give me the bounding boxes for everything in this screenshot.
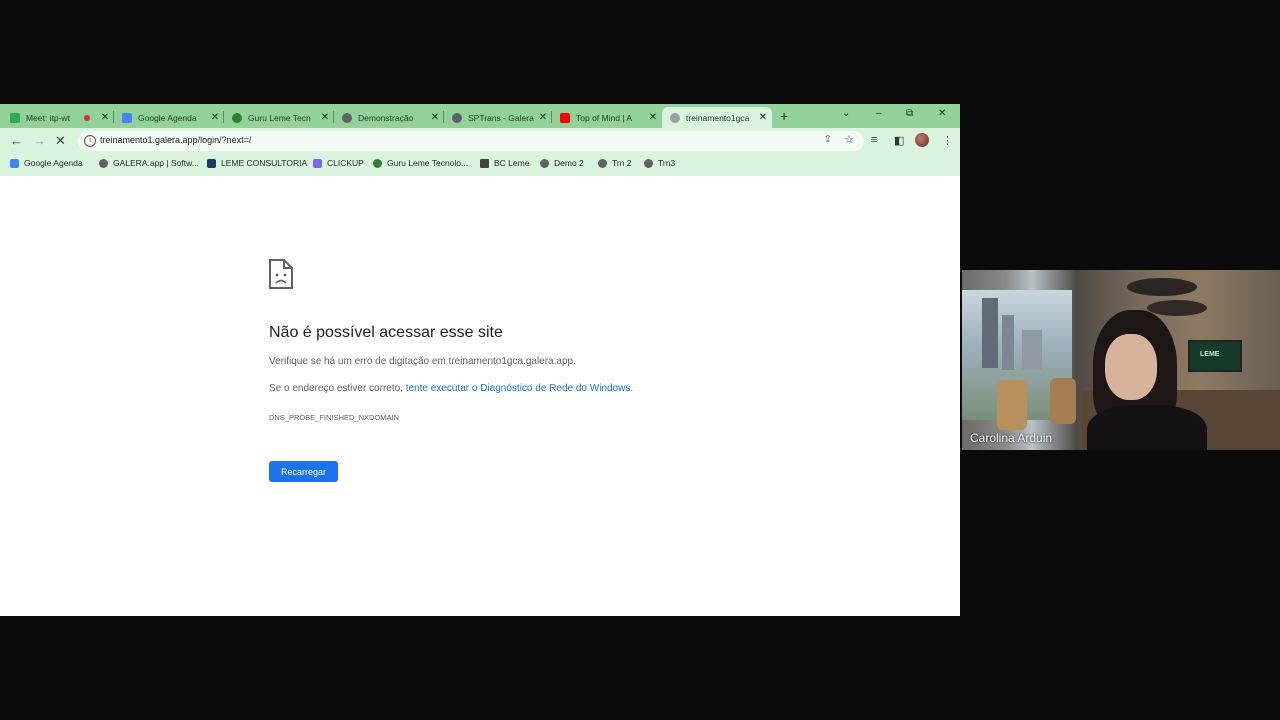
sad-document-icon <box>269 259 293 289</box>
guru-favicon-icon <box>232 112 242 123</box>
window-close-icon[interactable]: ✕ <box>938 108 946 119</box>
bookmark-google-agenda[interactable]: Google Agenda <box>10 158 83 168</box>
back-icon[interactable]: ← <box>10 133 23 148</box>
bookmark-trn-2[interactable]: Trn 2 <box>598 158 632 168</box>
close-icon[interactable]: ✕ <box>758 112 768 123</box>
close-icon[interactable]: ✕ <box>430 112 440 123</box>
reload-button[interactable]: Recarregar <box>269 461 338 482</box>
restore-icon[interactable]: ⧉ <box>906 108 913 119</box>
forward-icon[interactable]: → <box>33 133 46 148</box>
participant <box>1087 310 1207 450</box>
globe-favicon-icon <box>452 112 462 123</box>
tab-google-agenda[interactable]: Google Agenda ✕ <box>114 107 224 128</box>
leme-icon <box>207 158 216 168</box>
close-icon[interactable]: ✕ <box>320 112 330 123</box>
globe-icon <box>644 158 653 168</box>
bc-leme-icon <box>480 158 489 168</box>
browser-window: Meet: itp-wt ✕ Google Agenda ✕ Guru Leme… <box>0 104 960 616</box>
close-icon[interactable]: ✕ <box>538 112 548 123</box>
stop-loading-icon[interactable]: ✕ <box>55 133 66 149</box>
clickup-icon <box>313 158 322 168</box>
tab-sptrans[interactable]: SPTrans - Galera ✕ <box>444 107 552 128</box>
bookmark-bc-leme[interactable]: BC Leme <box>480 158 529 168</box>
tab-treinamento-active[interactable]: treinamento1gca ✕ <box>662 107 772 128</box>
bookmarks-bar: Google Agenda GALERA.app | Softw... LEME… <box>0 154 960 176</box>
minimize-icon[interactable]: – <box>876 108 882 119</box>
tab-demonstracao[interactable]: Demonstração ✕ <box>334 107 444 128</box>
video-tile: LEME Carolina Arduin <box>962 270 1280 450</box>
menu-kebab-icon[interactable]: ⋮ <box>942 134 953 147</box>
bookmark-leme-consultoria[interactable]: LEME CONSULTORIA <box>207 158 307 168</box>
globe-favicon-icon <box>342 112 352 123</box>
guru-icon <box>373 158 382 168</box>
url-text[interactable]: treinamento1.galera.app/login/?next=/ <box>100 135 251 145</box>
bookmark-demo-2[interactable]: Demo 2 <box>540 158 584 168</box>
tab-title: SPTrans - Galera <box>468 112 534 123</box>
error-title: Não é possível acessar esse site <box>269 324 503 341</box>
tab-title: Guru Leme Tecn <box>248 112 311 123</box>
tab-title: Google Agenda <box>138 112 197 123</box>
tab-strip: Meet: itp-wt ✕ Google Agenda ✕ Guru Leme… <box>0 104 960 128</box>
page-content: Não é possível acessar esse site Verifiq… <box>0 176 960 616</box>
chair <box>1050 378 1076 424</box>
share-icon[interactable]: ⇪ <box>824 134 832 145</box>
recording-icon <box>84 114 90 121</box>
bookmark-trn3[interactable]: Trn3 <box>644 158 675 168</box>
bookmark-guru-leme[interactable]: Guru Leme Tecnolo... <box>373 158 468 168</box>
tab-search-icon[interactable]: ⌄ <box>842 108 850 119</box>
toolbar: ← → ✕ i treinamento1.galera.app/login/?n… <box>0 128 960 154</box>
chair <box>997 380 1027 430</box>
globe-icon <box>540 158 549 168</box>
bookmark-galera-app[interactable]: GALERA.app | Softw... <box>99 158 199 168</box>
tab-title: Top of Mind | A <box>576 112 633 123</box>
reading-list-icon[interactable]: ≡ <box>871 134 877 146</box>
bookmark-clickup[interactable]: CLICKUP <box>313 158 364 168</box>
error-code: DNS_PROBE_FINISHED_NXDOMAIN <box>269 413 400 422</box>
participant-name: Carolina Arduin <box>970 431 1053 445</box>
network-diagnostics-link[interactable]: tente executar o Diagnóstico de Rede do … <box>406 383 631 394</box>
globe-icon <box>598 158 607 168</box>
close-icon[interactable]: ✕ <box>100 112 110 123</box>
ceiling-lamp <box>1127 278 1197 296</box>
profile-avatar[interactable] <box>915 133 929 147</box>
side-panel-icon[interactable]: ◧ <box>894 134 904 147</box>
loading-favicon-icon <box>670 112 680 123</box>
new-tab-button[interactable]: + <box>780 108 788 124</box>
close-icon[interactable]: ✕ <box>210 112 220 123</box>
error-suggestion: Verifique se há um erro de digitação em … <box>269 356 576 367</box>
calendar-icon <box>10 158 19 168</box>
meet-favicon-icon <box>10 112 20 123</box>
globe-icon <box>99 158 108 168</box>
address-bar[interactable]: i treinamento1.galera.app/login/?next=/ … <box>78 131 864 151</box>
site-info-icon[interactable]: i <box>84 135 96 147</box>
tab-guru-leme[interactable]: Guru Leme Tecn ✕ <box>224 107 334 128</box>
tab-title: Demonstração <box>358 112 414 123</box>
close-icon[interactable]: ✕ <box>648 112 658 123</box>
calendar-favicon-icon <box>122 112 132 123</box>
bookmark-star-icon[interactable]: ☆ <box>844 133 854 146</box>
tab-title: Meet: itp-wt <box>26 112 70 123</box>
youtube-favicon-icon <box>560 112 570 123</box>
tab-top-of-mind[interactable]: Top of Mind | A ✕ <box>552 107 662 128</box>
tab-meet[interactable]: Meet: itp-wt ✕ <box>2 107 114 128</box>
tab-title: treinamento1gca <box>686 112 750 123</box>
error-diagnostic-text: Se o endereço estiver correto, tente exe… <box>269 383 634 394</box>
